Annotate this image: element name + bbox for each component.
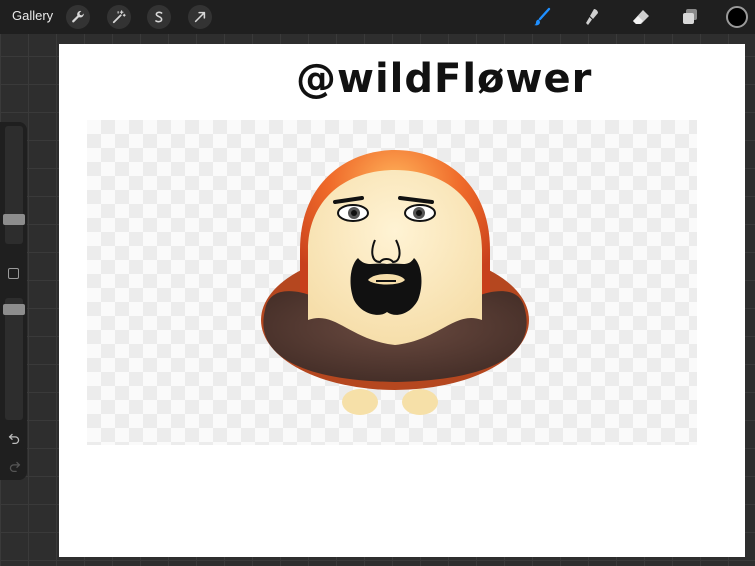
left-sidebar bbox=[0, 122, 27, 480]
opacity-thumb[interactable] bbox=[3, 304, 25, 315]
selection-icon[interactable] bbox=[147, 5, 171, 29]
color-picker-swatch[interactable] bbox=[726, 6, 748, 28]
character-illustration bbox=[261, 150, 529, 415]
magic-wand-icon[interactable] bbox=[107, 5, 131, 29]
eraser-icon[interactable] bbox=[628, 5, 654, 29]
opacity-slider[interactable] bbox=[5, 298, 23, 420]
top-toolbar: Gallery bbox=[0, 0, 755, 34]
brush-icon[interactable] bbox=[529, 5, 555, 29]
signature-handwriting: @wildFløwer bbox=[296, 56, 593, 102]
undo-icon[interactable] bbox=[6, 430, 22, 446]
redo-icon[interactable] bbox=[6, 458, 22, 474]
eyedropper-square-button[interactable] bbox=[8, 268, 19, 279]
smudge-icon[interactable] bbox=[579, 5, 605, 29]
brush-size-thumb[interactable] bbox=[3, 214, 25, 225]
wrench-icon[interactable] bbox=[66, 5, 90, 29]
brush-size-slider[interactable] bbox=[5, 126, 23, 244]
layers-icon[interactable] bbox=[677, 5, 703, 29]
gallery-button[interactable]: Gallery bbox=[12, 8, 53, 23]
transform-arrow-icon[interactable] bbox=[188, 5, 212, 29]
